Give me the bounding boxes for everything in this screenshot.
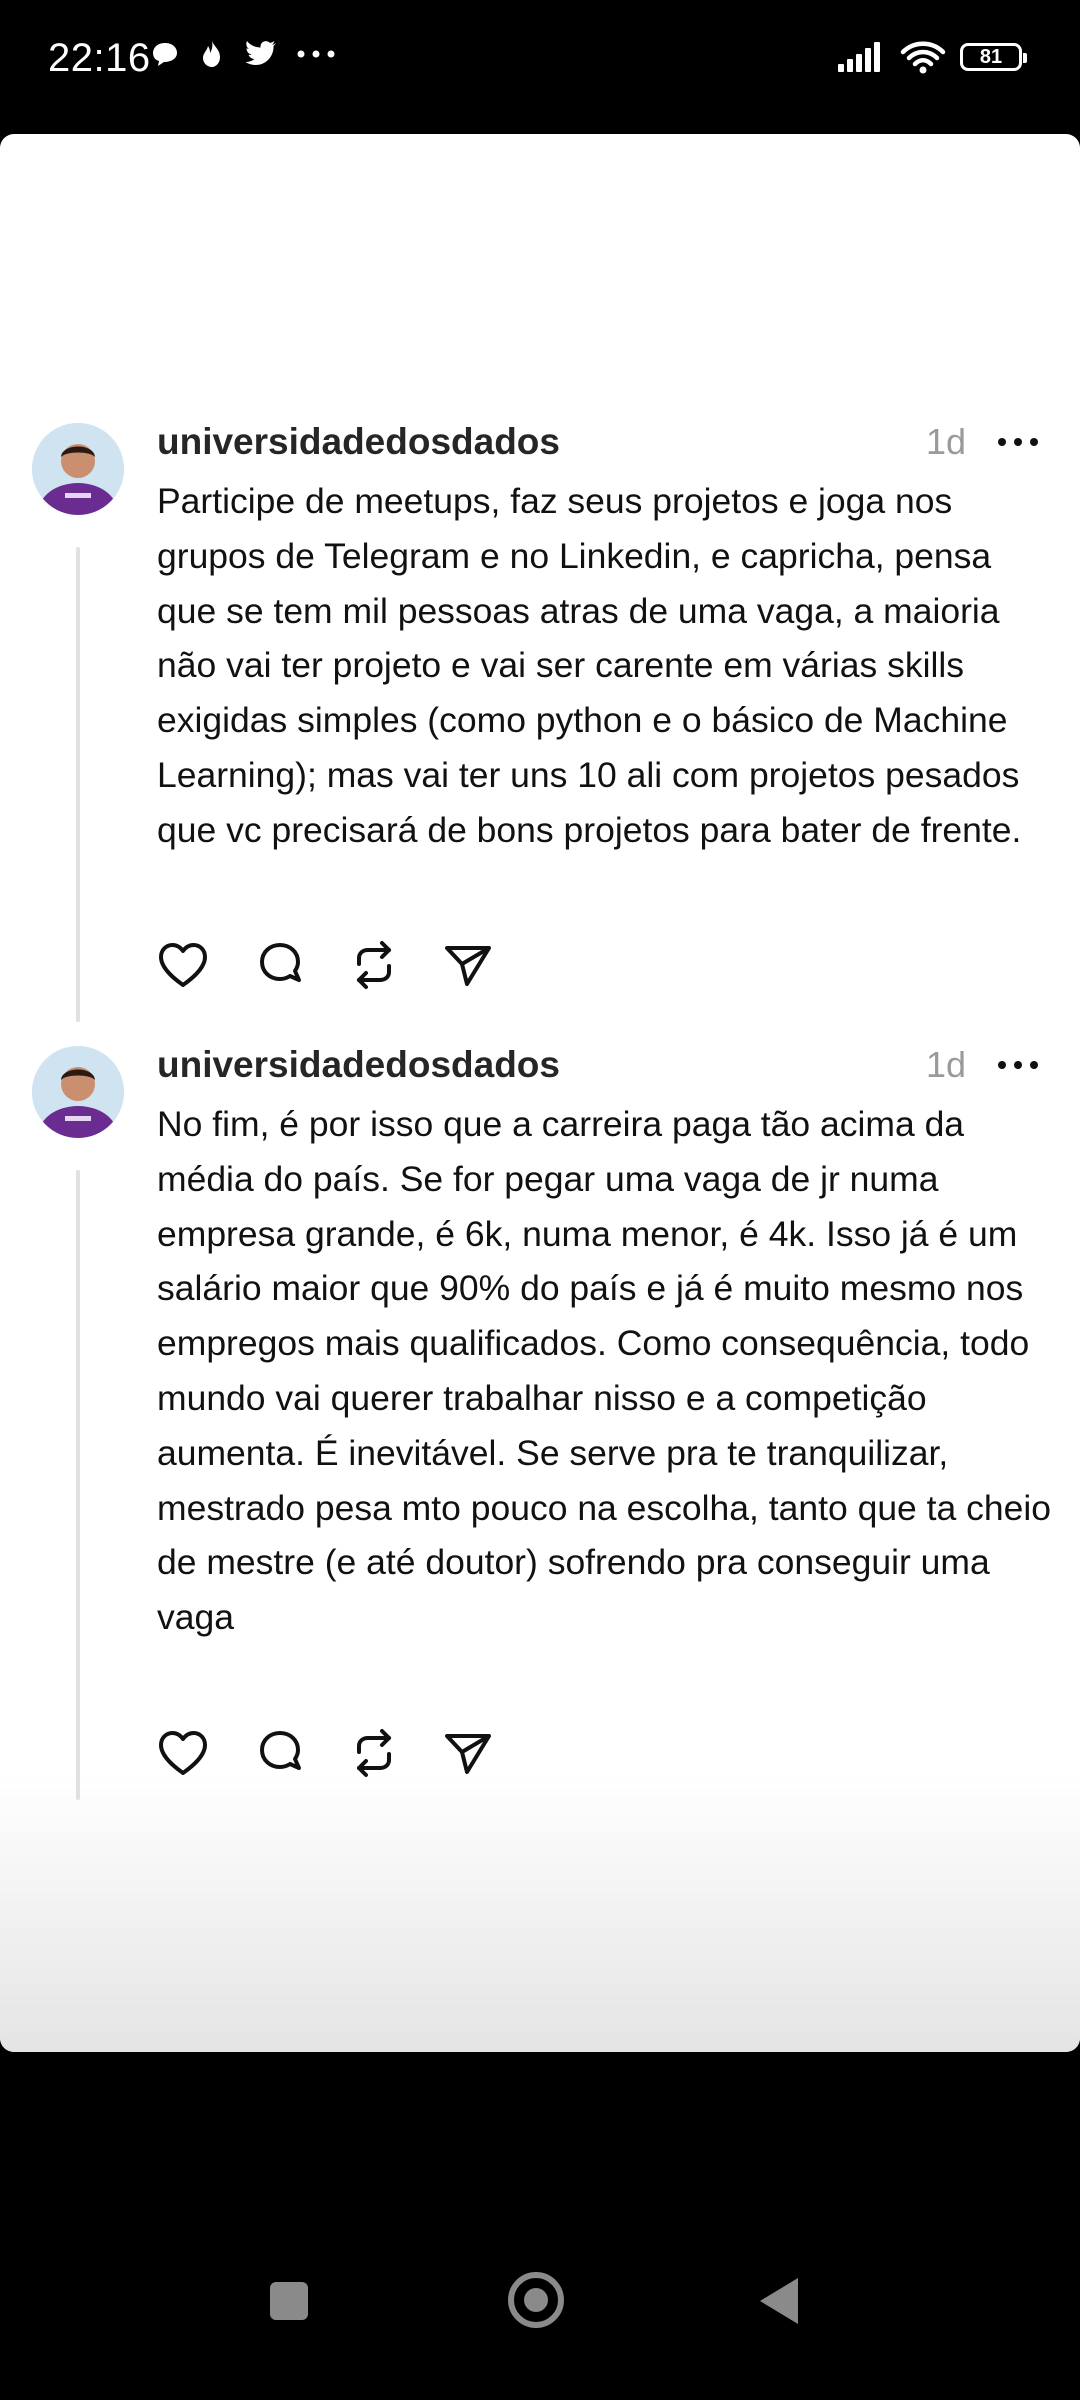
avatar[interactable]: [32, 423, 124, 515]
comment-icon[interactable]: [255, 1728, 305, 1778]
dot: [998, 1061, 1006, 1069]
comment-icon[interactable]: [255, 940, 305, 990]
heart-icon[interactable]: [157, 1729, 209, 1777]
notification-icons: [150, 38, 336, 70]
flame-icon: [203, 40, 220, 67]
status-bar: 22:16 81: [0, 0, 1080, 124]
more-dots-icon: [297, 50, 335, 58]
post-actions: [157, 1728, 493, 1778]
battery-icon: 81: [960, 43, 1027, 71]
heart-icon[interactable]: [157, 941, 209, 989]
avatar-image: [32, 423, 124, 515]
dot: [1014, 1061, 1022, 1069]
post-actions: [157, 940, 493, 990]
dot: [1030, 1061, 1038, 1069]
recents-square-icon[interactable]: [270, 2282, 308, 2320]
dot: [1030, 438, 1038, 446]
thread-card[interactable]: universidadedosdados 1d Participe de mee…: [0, 134, 1080, 2052]
repost-icon[interactable]: [351, 940, 397, 990]
share-icon[interactable]: [443, 1730, 493, 1776]
more-options-button[interactable]: [998, 1059, 1038, 1071]
battery-level: 81: [979, 45, 1003, 68]
phone-screen: 22:16 81 universidadedosdados 1d Partici…: [0, 0, 1080, 2400]
thread-connector-line: [76, 1170, 80, 1800]
system-nav-bar: [0, 2240, 1080, 2400]
post-text: No fim, é por isso que a carreira paga t…: [157, 1104, 1052, 1638]
home-dot: [524, 2288, 548, 2312]
chat-bubble-icon: [153, 43, 177, 66]
status-time: 22:16: [48, 36, 151, 80]
wifi-icon: [900, 41, 946, 74]
post-username[interactable]: universidadedosdados: [157, 421, 560, 463]
twitter-bird-icon: [245, 41, 276, 65]
bottom-fade-overlay: [0, 1772, 1080, 2052]
avatar-image: [32, 1046, 124, 1138]
repost-icon[interactable]: [351, 1728, 397, 1778]
system-status-icons: 81: [838, 40, 1027, 74]
dot: [1014, 438, 1022, 446]
home-circle-icon[interactable]: [508, 2272, 564, 2328]
share-icon[interactable]: [443, 942, 493, 988]
thread-connector-line: [76, 547, 80, 1022]
dot: [998, 438, 1006, 446]
post-time: 1d: [925, 421, 966, 462]
post-text: Participe de meetups, faz seus projetos …: [157, 481, 1022, 850]
signal-icon: [838, 42, 880, 72]
post-time: 1d: [925, 1044, 966, 1085]
post-username[interactable]: universidadedosdados: [157, 1044, 560, 1086]
avatar[interactable]: [32, 1046, 124, 1138]
back-triangle-icon[interactable]: [760, 2278, 798, 2324]
more-options-button[interactable]: [998, 436, 1038, 448]
